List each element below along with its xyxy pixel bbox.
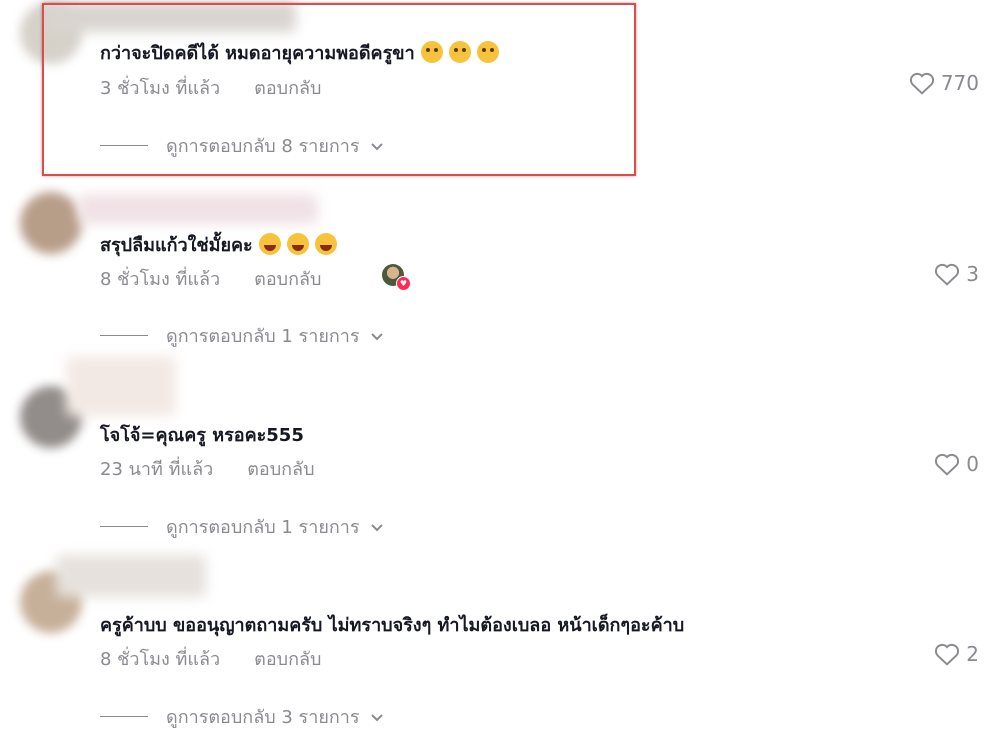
username-blurred <box>56 555 206 597</box>
comment-item: ครูค้าบบ ขออนุญาตถามครับ ไม่ทราบจริงๆ ทำ… <box>0 555 1003 749</box>
like-button[interactable]: 3 <box>934 262 979 286</box>
view-replies-button[interactable]: ดูการตอบกลับ 1 รายการ <box>100 512 384 541</box>
view-replies-button[interactable]: ดูการตอบกลับ 1 รายการ <box>100 321 384 350</box>
chevron-down-icon <box>370 332 383 340</box>
like-count: 2 <box>966 642 979 666</box>
laughing-face-icon <box>314 233 337 255</box>
view-replies-label: ดูการตอบกลับ 3 รายการ <box>166 707 360 728</box>
heart-icon <box>935 453 960 476</box>
view-replies-label: ดูการตอบกลับ 1 รายการ <box>166 517 360 538</box>
username-blurred <box>78 194 318 224</box>
timestamp: 8 ชั่วโมง ที่แล้ว <box>100 649 221 670</box>
comment-meta: 8 ชั่วโมง ที่แล้ว ตอบกลับ <box>100 264 321 293</box>
reply-button[interactable]: ตอบกลับ <box>247 459 314 480</box>
comment-item: สรุปลืมแก้วใช่มั้ยคะ 8 ชั่วโมง ที่แล้ว ตอ… <box>0 180 1003 370</box>
reply-button[interactable]: ตอบกลับ <box>254 269 321 290</box>
divider <box>100 716 148 717</box>
heart-icon <box>909 72 934 95</box>
laughing-face-icon <box>286 233 309 255</box>
avatar[interactable] <box>20 192 82 254</box>
reply-button[interactable]: ตอบกลับ <box>254 649 321 670</box>
like-count: 3 <box>966 262 979 286</box>
comment-item: โจโจ้=คุณครู หรอคะ555 23 นาที ที่แล้ว ตอบ… <box>0 356 1003 550</box>
view-replies-button[interactable]: ดูการตอบกลับ 3 รายการ <box>100 702 384 731</box>
heart-icon <box>935 263 960 286</box>
like-button[interactable]: 770 <box>909 71 979 95</box>
comment-text: สรุปลืมแก้วใช่มั้ยคะ <box>100 230 337 259</box>
like-count: 0 <box>966 452 979 476</box>
like-button[interactable]: 0 <box>934 452 979 476</box>
chevron-down-icon <box>370 713 383 721</box>
laughing-face-icon <box>258 233 281 255</box>
like-count: 770 <box>940 71 979 95</box>
comment-item: กว่าจะปิดคดีได้ หมดอายุความพอดีครูขา 3 ช… <box>0 0 1003 180</box>
timestamp: 23 นาที ที่แล้ว <box>100 459 214 480</box>
view-replies-label: ดูการตอบกลับ 1 รายการ <box>166 326 360 347</box>
chevron-down-icon <box>370 523 383 531</box>
timestamp: 8 ชั่วโมง ที่แล้ว <box>100 269 221 290</box>
comment-text: ครูค้าบบ ขออนุญาตถามครับ ไม่ทราบจริงๆ ทำ… <box>100 615 685 636</box>
divider <box>100 526 148 527</box>
divider <box>100 335 148 336</box>
comment-meta: 23 นาที ที่แล้ว ตอบกลับ <box>100 454 315 483</box>
comment-meta: 8 ชั่วโมง ที่แล้ว ตอบกลับ <box>100 644 321 673</box>
creator-liked-icon: ♥ <box>396 276 411 291</box>
comment-text: โจโจ้=คุณครู หรอคะ555 <box>100 425 304 446</box>
highlight-box <box>42 3 636 176</box>
like-button[interactable]: 2 <box>934 642 979 666</box>
heart-icon <box>935 643 960 666</box>
username-blurred <box>66 356 176 416</box>
